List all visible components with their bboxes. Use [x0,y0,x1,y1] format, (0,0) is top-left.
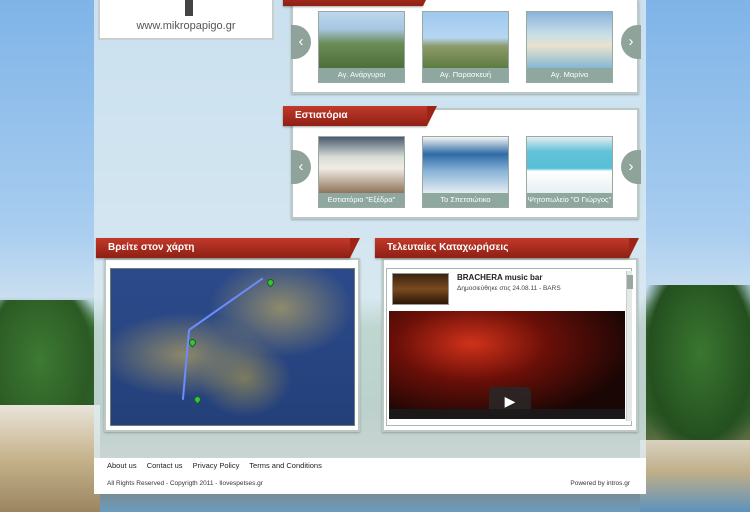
photo-image [319,12,404,69]
map-route [188,277,264,331]
entry-title-link[interactable]: BRACHERA music bar [457,273,543,282]
video-controls-bar[interactable] [389,409,625,419]
latest-feed: BRACHERA music bar Δημοσιεύθηκε στις 24.… [386,268,633,426]
gallery-item-caption: Αγ. Παρασκευή [423,68,508,82]
photo-image [423,12,508,69]
restaurants-title: Εστιατόρια [295,110,348,121]
footer: About us Contact us Privacy Policy Terms… [94,458,646,494]
chevron-right-icon: › [628,33,634,50]
gallery-item-ag-anargyroi[interactable]: Αγ. Ανάργυροι [318,11,405,83]
footer-link-terms[interactable]: Terms and Conditions [249,461,322,470]
gallery-item-ag-marina[interactable]: Αγ. Μαρίνα [526,11,613,83]
footer-link-about[interactable]: About us [107,461,137,470]
map-view[interactable] [110,268,355,426]
latest-ribbon: Τελευταίες Καταχωρήσεις [375,238,639,258]
chevron-left-icon: ‹ [298,33,304,50]
gallery-item-caption: Αγ. Ανάργυροι [319,68,404,82]
restaurant-item-spetsiotiko[interactable]: Το Σπετσιώτικο [422,136,509,208]
logo-url: www.mikropapigo.gr [136,20,236,32]
gallery-item-ag-paraskevi[interactable]: Αγ. Παρασκευή [422,11,509,83]
feed-scrollbar[interactable] [626,271,633,421]
photo-image [527,12,612,69]
restaurant-item-exedra[interactable]: Εστιατόριο "Εξέδρα" [318,136,405,208]
logo-box[interactable]: www.mikropapigo.gr [98,0,274,40]
footer-links: About us Contact us Privacy Policy Terms… [107,461,330,470]
top-gallery-ribbon [283,0,433,6]
restaurant-item-caption: Εστιατόριο "Εξέδρα" [319,193,404,207]
photo-image [527,137,612,194]
latest-title: Τελευταίες Καταχωρήσεις [387,242,509,253]
entry-meta: Δημοσιεύθηκε στις 24.08.11 - BARS [457,285,561,292]
background-shore-right [640,440,750,512]
restaurant-item-caption: Ψητοπωλείο "Ο Γιώργος" [527,193,612,207]
map-title: Βρείτε στον χάρτη [108,242,195,253]
photo-image [319,137,404,194]
map-ribbon: Βρείτε στον χάρτη [96,238,360,258]
video-player[interactable]: ▶ [389,311,625,419]
footer-copyright: All Rights Reserved - Copyrigth 2011 - I… [107,480,263,487]
background-shore-left [0,405,100,512]
map-marker-icon[interactable] [265,277,276,288]
photo-image [423,137,508,194]
restaurant-item-o-giorgos[interactable]: Ψητοπωλείο "Ο Γιώργος" [526,136,613,208]
chevron-left-icon: ‹ [298,158,304,175]
chevron-right-icon: › [628,158,634,175]
map-marker-icon[interactable] [192,394,203,405]
footer-link-contact[interactable]: Contact us [147,461,183,470]
logo-mark [185,0,193,16]
map-marker-icon[interactable] [187,337,198,348]
footer-powered-by[interactable]: Powered by intros.gr [570,480,630,487]
gallery-item-caption: Αγ. Μαρίνα [527,68,612,82]
footer-link-privacy[interactable]: Privacy Policy [193,461,240,470]
scrollbar-thumb[interactable] [627,275,633,289]
background-trees-right [640,285,750,455]
play-icon: ▶ [504,393,516,409]
restaurant-item-caption: Το Σπετσιώτικο [423,193,508,207]
restaurants-ribbon: Εστιατόρια [283,106,437,126]
entry-thumbnail[interactable] [392,273,449,305]
